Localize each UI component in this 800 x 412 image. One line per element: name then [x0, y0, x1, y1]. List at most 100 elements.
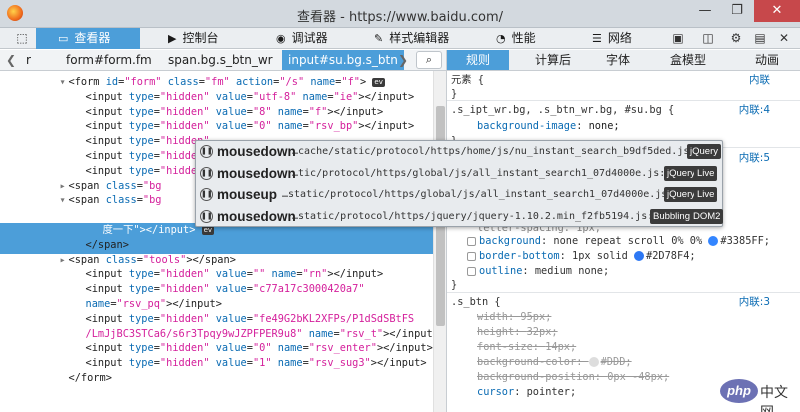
breadcrumb-item[interactable]: span.bg.s_btn_wr [168, 50, 273, 70]
rule-source-link[interactable]: 内联:3 [739, 295, 770, 310]
css-declaration[interactable]: outline: medium none; [467, 264, 609, 279]
expand-twisty-icon[interactable]: ▸ [60, 253, 69, 268]
markup-node-line[interactable]: <input type="hidden" [86, 164, 210, 179]
toggle-checkbox[interactable] [467, 236, 476, 246]
markup-node-line[interactable]: <input type="hidden" value="1" name="rsv… [86, 356, 427, 371]
tab-rules[interactable]: 规则 [447, 50, 509, 70]
pause-icon[interactable]: ❚❚ [200, 145, 213, 158]
listener-source-link[interactable]: …static/protocol/https/jquery/jquery-1.1… [292, 206, 665, 227]
tab-style-editor[interactable]: ✎ 样式编辑器 [374, 28, 474, 49]
collapse-twisty-icon[interactable]: ▾ [60, 75, 69, 90]
attribute-value: "hidden" [159, 90, 210, 103]
breadcrumb-scroll-left-icon[interactable]: ❮ [6, 50, 16, 70]
markup-scrollbar[interactable] [433, 71, 446, 412]
listener-source-link[interactable]: …tic/protocol/https/global/js/all_instan… [292, 163, 677, 184]
breadcrumb: ❮ r form#form.fm span.bg.s_btn_wr input#… [0, 50, 446, 71]
css-declaration-overridden[interactable]: font-size: 14px; [477, 340, 576, 355]
rule-source-link[interactable]: 内联:5 [739, 151, 770, 166]
markup-tag: <input [85, 135, 129, 148]
close-devtools-icon[interactable]: ✕ [774, 29, 794, 48]
css-declaration-overridden[interactable]: width: 95px; [477, 310, 551, 325]
markup-node-line[interactable]: <input type="hidden" [86, 149, 210, 164]
breadcrumb-item-selected[interactable]: input#su.bg.s_btn [282, 50, 404, 70]
color-swatch[interactable] [708, 236, 719, 246]
collapse-twisty-icon[interactable]: ▾ [60, 193, 69, 208]
expand-twisty-icon[interactable]: ▸ [60, 179, 69, 194]
tab-fonts[interactable]: 字体 [593, 50, 643, 70]
dock-side-icon[interactable]: ▤ [750, 29, 770, 48]
responsive-mode-icon[interactable]: ◫ [698, 29, 718, 48]
css-declaration[interactable]: border-bottom: 1px solid #2D78F4; [467, 249, 696, 264]
split-console-icon[interactable]: ▣ [668, 29, 688, 48]
toggle-checkbox[interactable] [467, 251, 476, 261]
markup-node-line[interactable]: ▾ <span class="bg [60, 193, 162, 208]
event-listener-row[interactable]: ❚❚ mousedown …cache/static/protocol/https/… [196, 141, 724, 162]
listener-source-link[interactable]: …static/protocol/https/global/js/all_ins… [282, 184, 685, 205]
markup-node-line[interactable]: <input type="hidden" value="utf-8" name=… [86, 90, 415, 105]
markup-node-line[interactable]: <input type="hidden" value="c77a17c30004… [86, 282, 365, 297]
inspector-icon: ▭ [58, 32, 69, 45]
property-name: background-color [477, 356, 577, 368]
rule-source-link[interactable]: 内联:4 [739, 103, 770, 118]
markup-node-line[interactable]: name="rsv_pq"></input> [86, 297, 222, 312]
attribute-name: value [215, 283, 247, 296]
event-name: mousedown [217, 165, 296, 181]
property-name: cursor [477, 386, 515, 398]
property-value: 95px; [520, 311, 552, 323]
tab-inspector[interactable]: ▭ 查看器 [36, 28, 140, 49]
tab-console[interactable]: ▶ 控制台 [168, 28, 252, 49]
attribute-name: name [277, 120, 303, 133]
listener-source-link[interactable]: …cache/static/protocol/https/home/js/nu_… [292, 141, 701, 162]
tab-box-model[interactable]: 盒模型 [655, 50, 721, 70]
markup-node-line[interactable]: /LmJjBC3STCa6/s6r3Tpqy9wJZPFPER9u8" name… [86, 327, 434, 342]
css-declaration-overridden[interactable]: background-color: #DDD; [477, 355, 632, 370]
markup-node-line[interactable]: <input type="hidden" [86, 134, 210, 149]
rule-source-link[interactable]: 内联 [749, 73, 770, 88]
pause-icon[interactable]: ❚❚ [200, 209, 213, 223]
settings-gear-icon[interactable]: ⚙ [726, 29, 746, 48]
attribute-value: "hidden" [159, 357, 210, 370]
markup-node-line[interactable]: ▾ <form id="form" class="fm" action="/s" … [60, 75, 385, 90]
markup-node-line[interactable]: ▸ <span class="bg [60, 179, 162, 194]
markup-tag: <input [85, 312, 129, 325]
minimize-button[interactable]: — [690, 0, 720, 22]
close-window-button[interactable]: ✕ [754, 0, 800, 22]
css-declaration[interactable]: background-image: none; [477, 119, 620, 134]
markup-node-line[interactable]: <input type="hidden" value="fe49G2bKL2XF… [86, 312, 415, 327]
restore-button[interactable]: ❐ [722, 0, 752, 22]
rule-close-brace: } [451, 279, 458, 291]
toggle-checkbox[interactable] [467, 266, 476, 276]
css-declaration[interactable]: background: none repeat scroll 0% 0% #33… [467, 234, 770, 249]
element-picker-icon[interactable]: ⬚ [12, 29, 32, 48]
pause-icon[interactable]: ❚❚ [200, 188, 213, 201]
markup-node-line[interactable]: <input type="hidden" value="0" name="rsv… [86, 341, 433, 356]
markup-node-line[interactable]: ▸ <span class="tools"></span> [60, 253, 236, 268]
event-badge[interactable]: ev [372, 77, 385, 87]
markup-node-line[interactable]: <input type="hidden" value="0" name="rsv… [86, 119, 415, 134]
color-swatch[interactable] [634, 251, 644, 261]
attribute-value: "rsv_sug3" [308, 357, 371, 370]
color-swatch[interactable] [588, 357, 599, 367]
markup-node-line[interactable]: <input type="hidden" value="8" name="f">… [86, 105, 384, 120]
event-listener-row[interactable]: ❚❚ mouseup …static/protocol/https/global/j… [196, 184, 724, 205]
breadcrumb-item[interactable]: r [26, 50, 31, 70]
attribute-value: "rsv_enter" [308, 342, 377, 355]
event-listener-row[interactable]: ❚❚ mousedown …static/protocol/https/jquery… [196, 206, 724, 227]
css-declaration-overridden[interactable]: height: 32px; [477, 325, 558, 340]
css-declaration-overridden[interactable]: background-position: 0px -48px; [477, 370, 669, 385]
tab-performance[interactable]: ◔ 性能 [496, 28, 566, 49]
tab-computed[interactable]: 计算后 [523, 50, 583, 70]
pause-icon[interactable]: ❚❚ [200, 166, 213, 180]
breadcrumb-item[interactable]: form#form.fm [66, 50, 152, 70]
search-icon[interactable]: ⌕ [416, 51, 442, 69]
tab-debugger[interactable]: ◉ 调试器 [276, 28, 360, 49]
markup-node-line[interactable]: </form> [69, 371, 112, 386]
event-listener-row[interactable]: ❚❚ mousedown …tic/protocol/https/global/js… [196, 163, 724, 184]
attribute-value: "hidden" [159, 342, 210, 355]
breadcrumb-scroll-right-icon[interactable]: ❯ [398, 50, 408, 70]
css-declaration[interactable]: cursor: pointer; [477, 385, 576, 400]
tab-network[interactable]: ☰ 网络 [592, 28, 662, 49]
tab-animations[interactable]: 动画 [737, 50, 797, 70]
markup-node-line[interactable]: <input type="hidden" value="" name="rn">… [86, 267, 384, 282]
markup-node-line[interactable]: </span> [86, 238, 129, 253]
